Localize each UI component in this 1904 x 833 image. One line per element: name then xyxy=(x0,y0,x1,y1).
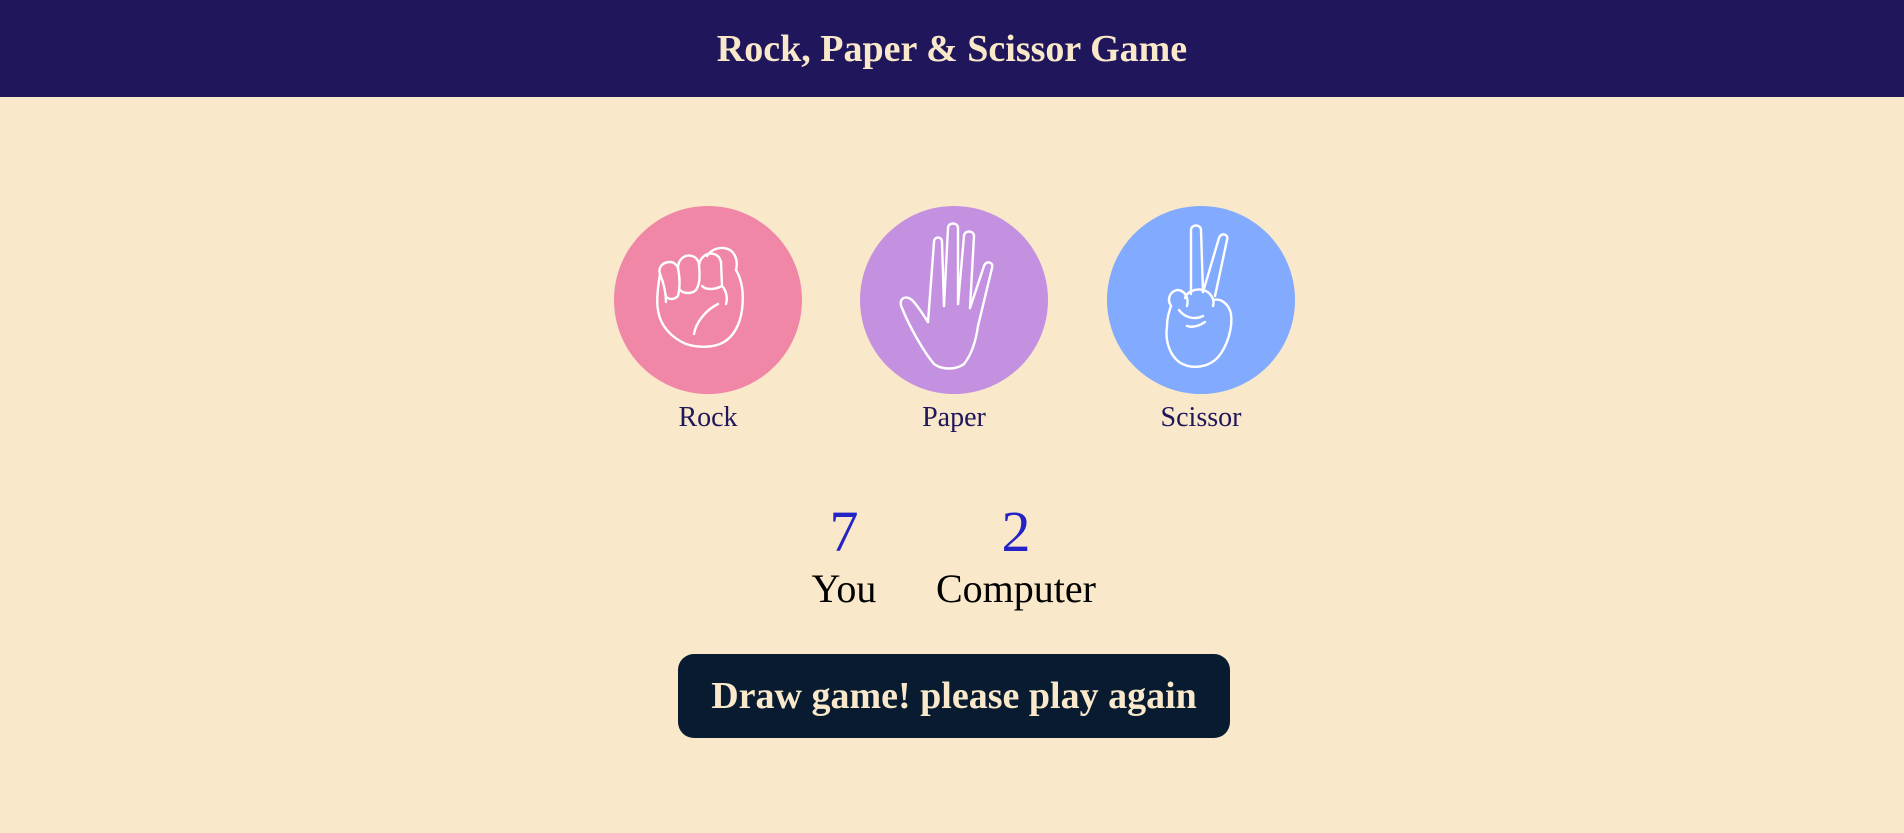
paper-circle[interactable] xyxy=(860,206,1048,394)
scissor-label: Scissor xyxy=(1160,402,1242,433)
user-score: 7 You xyxy=(794,498,894,612)
computer-score-value: 2 xyxy=(1001,499,1031,564)
computer-score: 2 Computer xyxy=(924,498,1108,612)
choices-row: Rock Paper Scissor xyxy=(0,206,1904,436)
user-score-label: You xyxy=(811,566,877,611)
scissor-choice[interactable]: Scissor xyxy=(1107,206,1295,434)
game-title: Rock, Paper & Scissor Game xyxy=(716,27,1188,70)
rock-label: Rock xyxy=(678,402,738,433)
game-header: Rock, Paper & Scissor Game xyxy=(0,0,1904,97)
result-message: Draw game! please play again xyxy=(678,654,1230,738)
result-message-text: Draw game! please play again xyxy=(711,675,1197,717)
peace-sign-icon xyxy=(1165,224,1233,368)
fist-icon xyxy=(655,246,744,348)
user-score-value: 7 xyxy=(829,499,859,564)
scissor-circle[interactable] xyxy=(1107,206,1295,394)
computer-score-label: Computer xyxy=(936,566,1096,611)
paper-choice[interactable]: Paper xyxy=(860,206,1048,434)
paper-label: Paper xyxy=(922,402,986,433)
rock-circle[interactable] xyxy=(614,206,802,394)
open-hand-icon xyxy=(899,222,994,370)
rock-choice[interactable]: Rock xyxy=(614,206,802,434)
